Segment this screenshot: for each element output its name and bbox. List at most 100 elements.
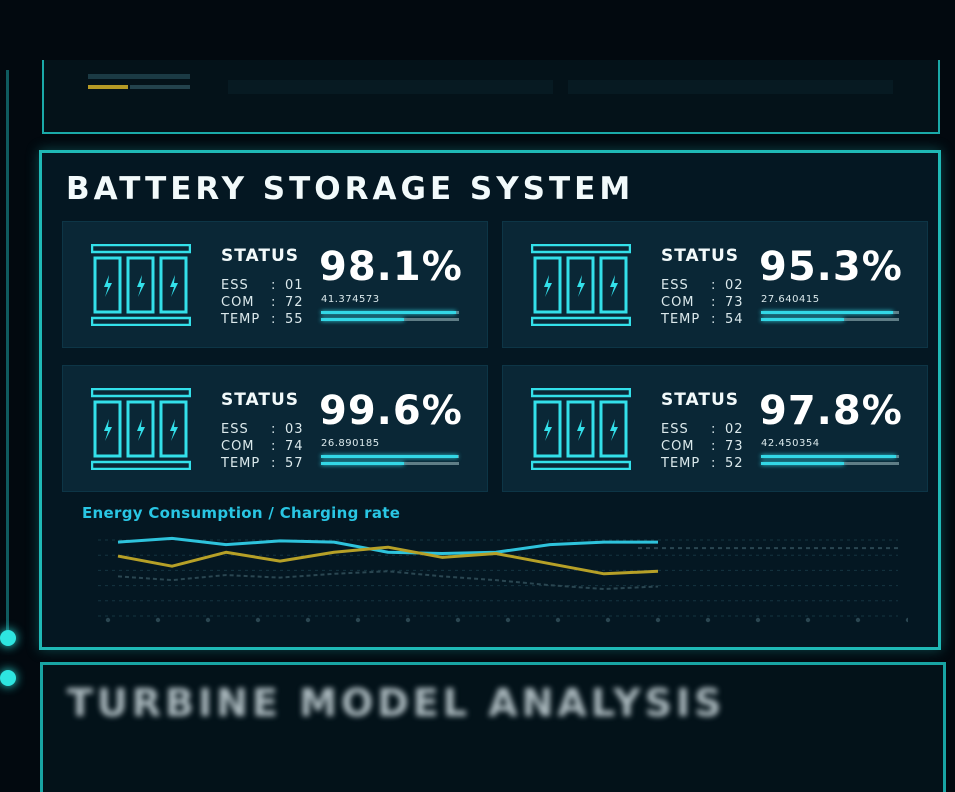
ess-row: ESS:02	[661, 422, 744, 437]
temp-label: TEMP	[221, 456, 271, 471]
ess-label: ESS	[661, 422, 711, 437]
energy-chart	[78, 528, 908, 633]
unit-coordinate: 42.450354	[761, 438, 820, 449]
turbine-panel: TURBINE MODEL ANALYSIS	[40, 662, 946, 792]
side-indicator-dot	[0, 630, 16, 646]
unit-coordinate: 27.640415	[761, 294, 820, 305]
temp-label: TEMP	[661, 456, 711, 471]
ess-row: ESS:01	[221, 278, 304, 293]
chart-x-tick	[356, 618, 360, 622]
chart-x-tick	[206, 618, 210, 622]
ess-value: 01	[285, 278, 304, 293]
com-label: COM	[661, 439, 711, 454]
charge-bar-track-secondary	[321, 462, 459, 465]
ess-value: 03	[285, 422, 304, 437]
top-progress-fill	[88, 85, 128, 89]
status-label: STATUS	[661, 246, 739, 266]
battery-unit-card[interactable]: STATUS ESS:02 COM:73 TEMP:52 97.8% 42.45…	[502, 365, 928, 492]
com-row: COM:72	[221, 295, 304, 310]
top-placeholder-bar	[228, 80, 553, 94]
ess-row: ESS:03	[221, 422, 304, 437]
charge-percent: 99.6%	[319, 388, 463, 434]
temp-value: 52	[725, 456, 744, 471]
status-label: STATUS	[221, 246, 299, 266]
unit-coordinate: 26.890185	[321, 438, 380, 449]
unit-coordinate: 41.374573	[321, 294, 380, 305]
charge-bar-track	[761, 455, 899, 458]
ess-value: 02	[725, 422, 744, 437]
temp-row: TEMP:54	[661, 312, 744, 327]
charge-percent: 97.8%	[759, 388, 903, 434]
charge-bar-fill-secondary	[761, 462, 844, 465]
chart-x-tick	[506, 618, 510, 622]
com-row: COM:73	[661, 295, 744, 310]
charge-bar-track	[321, 311, 459, 314]
status-label: STATUS	[661, 390, 739, 410]
temp-value: 57	[285, 456, 304, 471]
chart-title: Energy Consumption / Charging rate	[82, 504, 400, 522]
com-label: COM	[221, 295, 271, 310]
temp-value: 55	[285, 312, 304, 327]
temp-value: 54	[725, 312, 744, 327]
charge-bar-fill	[761, 311, 893, 314]
top-progress-remainder	[130, 85, 190, 89]
ess-label: ESS	[221, 278, 271, 293]
chart-x-tick	[256, 618, 260, 622]
battery-storage-panel: BATTERY STORAGE SYSTEM STATUS ESS:01 COM…	[39, 150, 941, 650]
chart-x-tick	[806, 618, 810, 622]
temp-label: TEMP	[661, 312, 711, 327]
battery-unit-card[interactable]: STATUS ESS:02 COM:73 TEMP:54 95.3% 27.64…	[502, 221, 928, 348]
battery-charging-icon	[531, 244, 631, 326]
turbine-panel-title: TURBINE MODEL ANALYSIS	[67, 681, 726, 725]
chart-x-tick	[706, 618, 710, 622]
temp-row: TEMP:52	[661, 456, 744, 471]
chart-x-tick	[106, 618, 110, 622]
battery-unit-card[interactable]: STATUS ESS:01 COM:72 TEMP:55 98.1% 41.37…	[62, 221, 488, 348]
charge-percent: 95.3%	[759, 244, 903, 290]
chart-x-tick	[306, 618, 310, 622]
chart-x-tick	[656, 618, 660, 622]
top-progress-track	[88, 74, 190, 79]
com-row: COM:74	[221, 439, 304, 454]
top-panel	[42, 60, 940, 134]
com-row: COM:73	[661, 439, 744, 454]
ess-label: ESS	[221, 422, 271, 437]
battery-charging-icon	[531, 388, 631, 470]
battery-unit-card[interactable]: STATUS ESS:03 COM:74 TEMP:57 99.6% 26.89…	[62, 365, 488, 492]
com-label: COM	[221, 439, 271, 454]
charge-bar-fill-secondary	[321, 462, 404, 465]
charge-percent: 98.1%	[319, 244, 463, 290]
charge-bar-track-secondary	[761, 318, 899, 321]
side-rail	[6, 70, 9, 630]
ess-row: ESS:02	[661, 278, 744, 293]
chart-x-tick	[156, 618, 160, 622]
charge-bar-fill	[321, 311, 456, 314]
charge-bar-fill-secondary	[321, 318, 404, 321]
chart-x-tick	[606, 618, 610, 622]
side-indicator-dot	[0, 670, 16, 686]
charge-bar-track	[761, 311, 899, 314]
panel-title: BATTERY STORAGE SYSTEM	[66, 171, 634, 207]
temp-row: TEMP:55	[221, 312, 304, 327]
temp-row: TEMP:57	[221, 456, 304, 471]
charge-bar-track-secondary	[761, 462, 899, 465]
chart-x-tick	[856, 618, 860, 622]
com-label: COM	[661, 295, 711, 310]
ess-label: ESS	[661, 278, 711, 293]
com-value: 73	[725, 295, 744, 310]
charge-bar-track	[321, 455, 459, 458]
status-label: STATUS	[221, 390, 299, 410]
ess-value: 02	[725, 278, 744, 293]
charge-bar-fill	[321, 455, 458, 458]
chart-x-tick	[556, 618, 560, 622]
chart-x-tick	[456, 618, 460, 622]
charge-bar-fill	[761, 455, 896, 458]
com-value: 72	[285, 295, 304, 310]
com-value: 74	[285, 439, 304, 454]
battery-charging-icon	[91, 244, 191, 326]
chart-x-tick	[756, 618, 760, 622]
charge-bar-fill-secondary	[761, 318, 844, 321]
charge-bar-track-secondary	[321, 318, 459, 321]
chart-series-line	[118, 571, 658, 589]
top-placeholder-bar	[568, 80, 893, 94]
